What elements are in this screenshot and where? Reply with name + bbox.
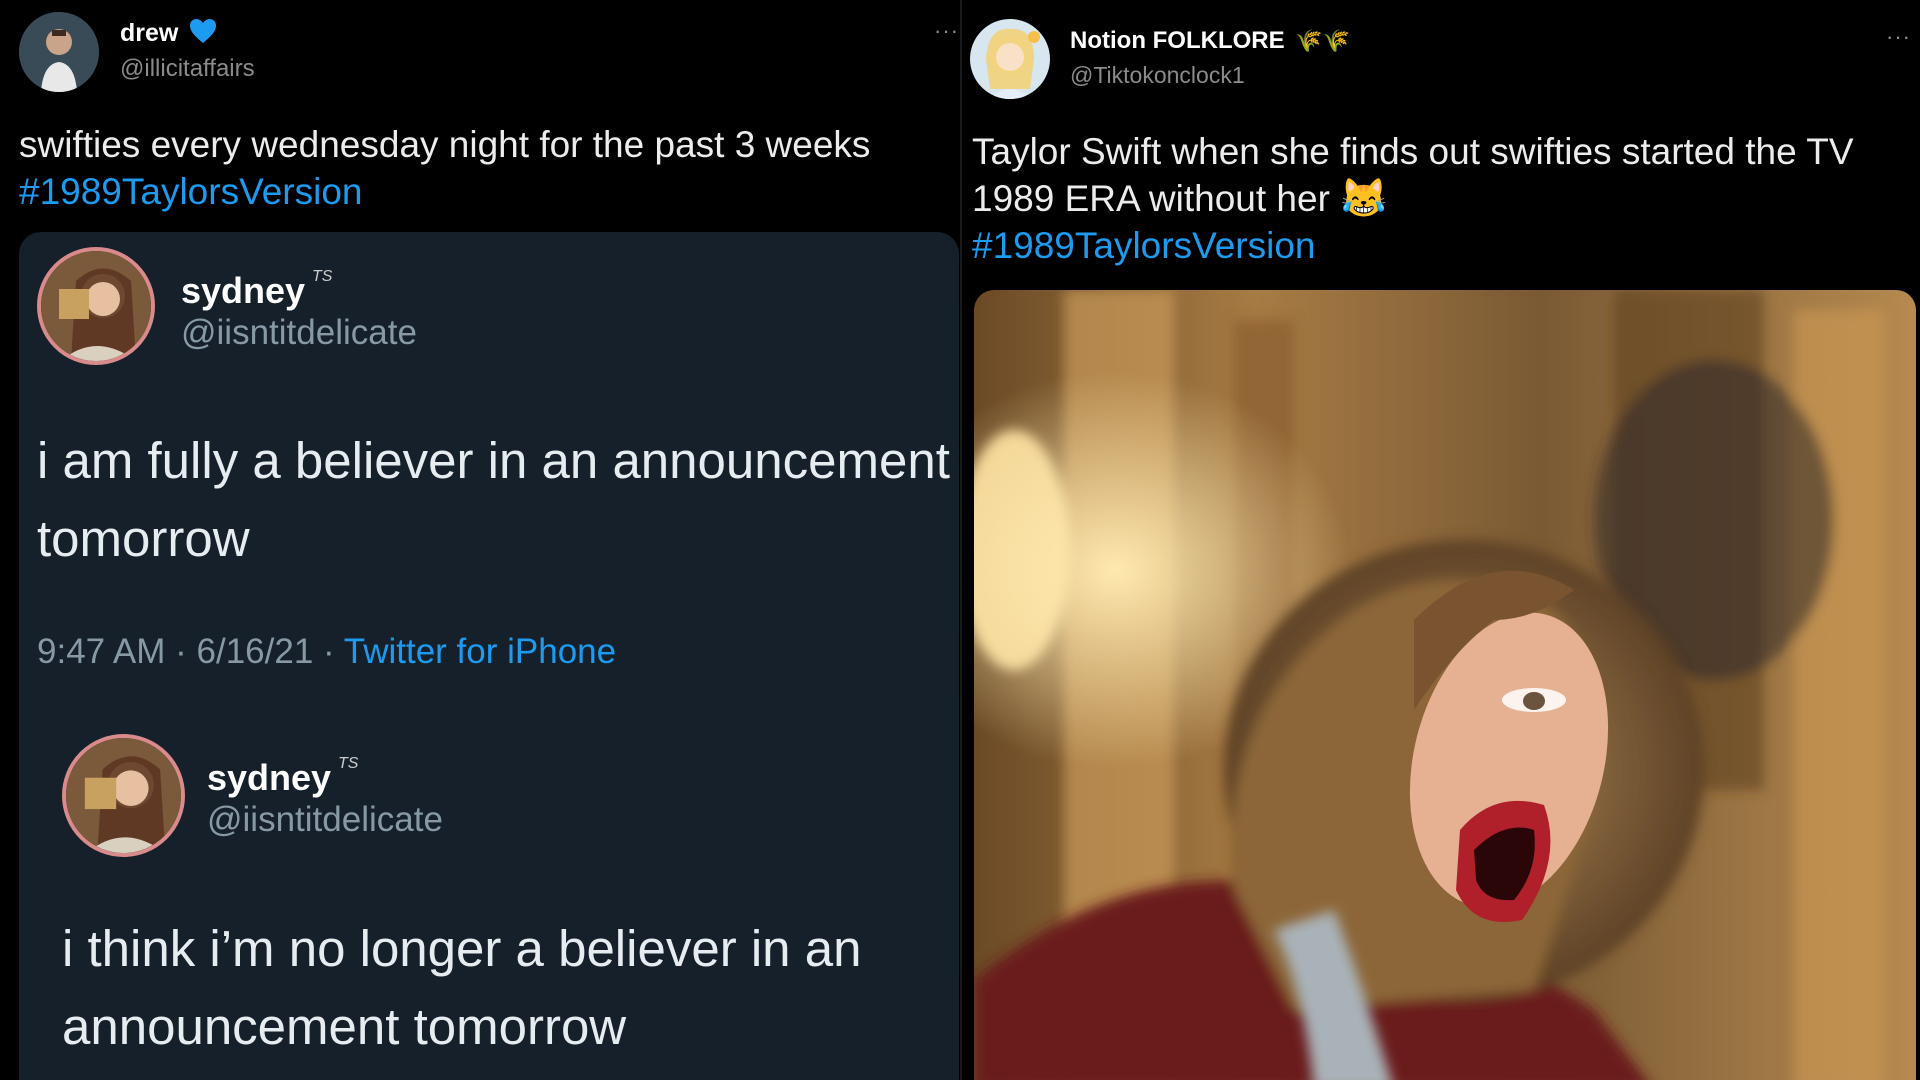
drew-handle[interactable]: @illicitaffairs	[120, 55, 255, 83]
quoted-author-name: sydney	[181, 270, 306, 311]
tweet-text: swifties every wednesday night for the p…	[19, 124, 871, 165]
more-options-icon[interactable]: ···	[1886, 24, 1911, 50]
tweet-text-line2: 1989 ERA without her 😹	[972, 175, 1388, 223]
verified-heart-icon	[189, 18, 217, 51]
sydney-avatar-2	[62, 734, 185, 857]
notion-folklore-avatar[interactable]	[970, 19, 1050, 99]
quoted-tweet-2-text-line2: announcement tomorrow	[62, 998, 627, 1055]
quoted-tweet-screenshot[interactable]: sydney TS @iisntitdelicate i am fully a …	[19, 232, 959, 1080]
quoted-author-name-2: sydney	[207, 757, 332, 798]
quoted-author-handle: @iisntitdelicate	[181, 313, 417, 352]
quoted-tweet-2-text-line1: i think i’m no longer a believer in an	[62, 920, 862, 977]
hashtag-link[interactable]: #1989TaylorsVersion	[19, 168, 363, 215]
tweet-photo[interactable]	[974, 290, 1916, 1080]
cat-laughing-emoji-icon: 😹	[1340, 178, 1388, 220]
quoted-tweet-text-line2: tomorrow	[37, 510, 250, 567]
tweet-text-line1: Taylor Swift when she finds out swifties…	[972, 131, 1854, 172]
more-options-icon[interactable]: ···	[934, 18, 959, 44]
quoted-author-handle-2: @iisntitdelicate	[207, 800, 443, 839]
right-tweet: Notion FOLKLORE 🌾🌾 @Tiktokonclock1 ··· T…	[960, 0, 1920, 1080]
author-name: drew	[120, 19, 179, 48]
drew-name[interactable]: drew	[120, 18, 217, 51]
sydney-avatar	[37, 247, 155, 365]
ts-mark-2: TS	[338, 755, 359, 772]
tweet-timestamp: 9:47 AM · 6/16/21 ·	[37, 632, 344, 671]
quoted-tweet-meta: 9:47 AM · 6/16/21 · Twitter for iPhone	[37, 632, 616, 672]
tweet-text-line2-text: 1989 ERA without her	[972, 178, 1330, 219]
ts-mark: TS	[312, 268, 333, 285]
tweet-source: Twitter for iPhone	[343, 632, 617, 671]
left-tweet: drew @illicitaffairs ··· swifties every …	[0, 0, 960, 1080]
notion-folklore-handle[interactable]: @Tiktokonclock1	[1070, 62, 1245, 89]
hashtag-link[interactable]: #1989TaylorsVersion	[972, 222, 1316, 269]
drew-avatar[interactable]	[19, 12, 99, 92]
wheat-emoji-icon: 🌾🌾	[1295, 28, 1351, 53]
author-name: Notion FOLKLORE	[1070, 27, 1285, 54]
quoted-tweet-text-line1: i am fully a believer in an announcement	[37, 432, 950, 489]
notion-folklore-name[interactable]: Notion FOLKLORE 🌾🌾	[1070, 27, 1350, 55]
